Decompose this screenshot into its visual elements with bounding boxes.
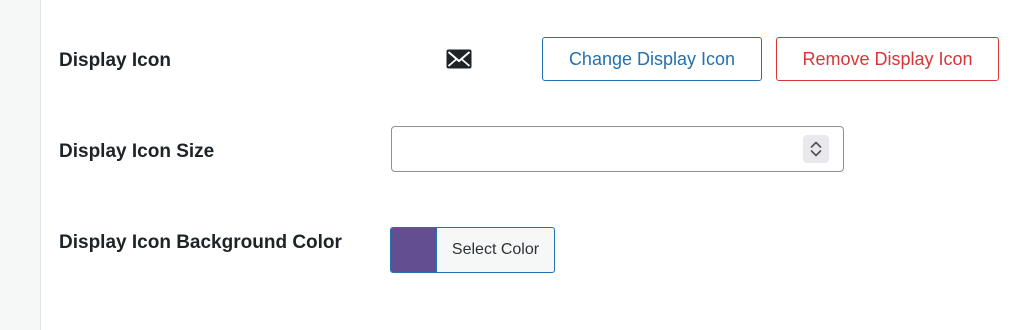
- select-color-button[interactable]: Select Color: [390, 227, 555, 273]
- chevron-up-icon[interactable]: [810, 141, 822, 148]
- envelope-icon: [446, 49, 472, 69]
- display-icon-size-label: Display Icon Size: [59, 141, 215, 162]
- display-icon-background-color-label: Display Icon Background Color: [59, 232, 342, 253]
- select-color-label: Select Color: [451, 241, 540, 258]
- color-swatch: [391, 228, 437, 272]
- change-display-icon-button[interactable]: Change Display Icon: [542, 37, 762, 81]
- chevron-down-icon[interactable]: [810, 150, 822, 157]
- settings-panel: Display Icon Change Display Icon Remove …: [40, 0, 1024, 330]
- display-icon-label: Display Icon: [59, 50, 171, 71]
- number-spinner[interactable]: [803, 135, 829, 163]
- admin-sidebar-strip: [0, 0, 40, 330]
- remove-display-icon-button[interactable]: Remove Display Icon: [776, 37, 999, 81]
- display-icon-size-input[interactable]: [391, 126, 844, 172]
